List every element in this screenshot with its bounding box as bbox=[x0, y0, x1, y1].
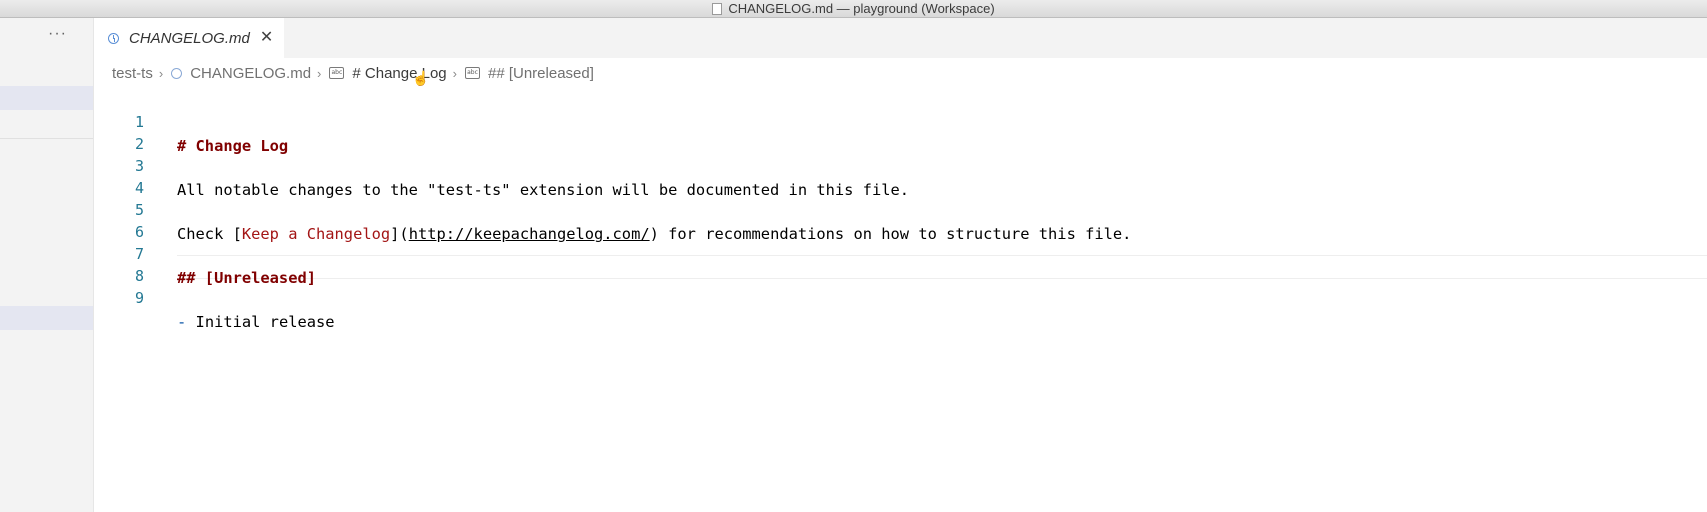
sidebar: ··· bbox=[0, 18, 94, 512]
chevron-right-icon: › bbox=[317, 65, 322, 81]
line-text[interactable]: - Initial release bbox=[177, 310, 335, 334]
breadcrumb-item-heading[interactable]: # Change Log bbox=[352, 65, 446, 82]
window-title: CHANGELOG.md — playground (Workspace) bbox=[728, 1, 995, 16]
markdown-preview-icon bbox=[108, 32, 119, 44]
breadcrumb-item-subheading[interactable]: ## [Unreleased] bbox=[488, 65, 594, 82]
string-symbol-icon: abc bbox=[329, 67, 345, 79]
file-icon bbox=[712, 2, 723, 15]
tab-bar: CHANGELOG.md ✕ bbox=[94, 18, 1707, 58]
chevron-right-icon: › bbox=[452, 65, 457, 81]
editor-line[interactable]: 6 bbox=[94, 196, 1707, 241]
editor-line[interactable]: 7 ## [Unreleased] bbox=[94, 218, 1707, 287]
breadcrumb: test-ts › CHANGELOG.md › abc # Change Lo… bbox=[112, 62, 594, 84]
window-titlebar: CHANGELOG.md — playground (Workspace) bbox=[0, 0, 1707, 18]
sidebar-divider bbox=[0, 138, 93, 139]
close-icon[interactable]: ✕ bbox=[260, 30, 273, 46]
editor-line[interactable]: 2 bbox=[94, 108, 1707, 153]
list-bullet: - bbox=[177, 313, 187, 331]
editor-line[interactable]: 1 # Change Log bbox=[94, 86, 1707, 155]
list-item-text[interactable]: Initial release bbox=[186, 313, 335, 331]
breadcrumb-item-file[interactable]: CHANGELOG.md bbox=[190, 65, 311, 82]
editor-line[interactable]: 9 - Initial release bbox=[94, 262, 1707, 331]
editor-line[interactable]: 5 Check [Keep a Changelog](http://keepac… bbox=[94, 174, 1707, 243]
more-actions-icon[interactable]: ··· bbox=[48, 26, 67, 42]
chevron-right-icon: › bbox=[158, 65, 164, 81]
markdown-icon bbox=[171, 67, 183, 79]
line-number: 9 bbox=[134, 289, 144, 307]
hand-cursor-icon: ☝ bbox=[412, 70, 430, 86]
tab-changelog[interactable]: CHANGELOG.md ✕ bbox=[94, 18, 284, 58]
tab-label: CHANGELOG.md bbox=[129, 29, 250, 47]
sidebar-selected-item[interactable] bbox=[0, 86, 93, 110]
sidebar-highlighted-item[interactable] bbox=[0, 306, 93, 330]
breadcrumb-item-folder[interactable]: test-ts bbox=[112, 65, 153, 82]
string-symbol-icon: abc bbox=[464, 67, 480, 79]
editor-line[interactable]: 3 All notable changes to the "test-ts" e… bbox=[94, 130, 1707, 199]
code-editor[interactable]: 1 # Change Log 2 3 All notable changes t… bbox=[94, 86, 1707, 512]
editor-line-current[interactable]: 8 bbox=[94, 240, 1707, 285]
editor-line[interactable]: 4 bbox=[94, 152, 1707, 197]
